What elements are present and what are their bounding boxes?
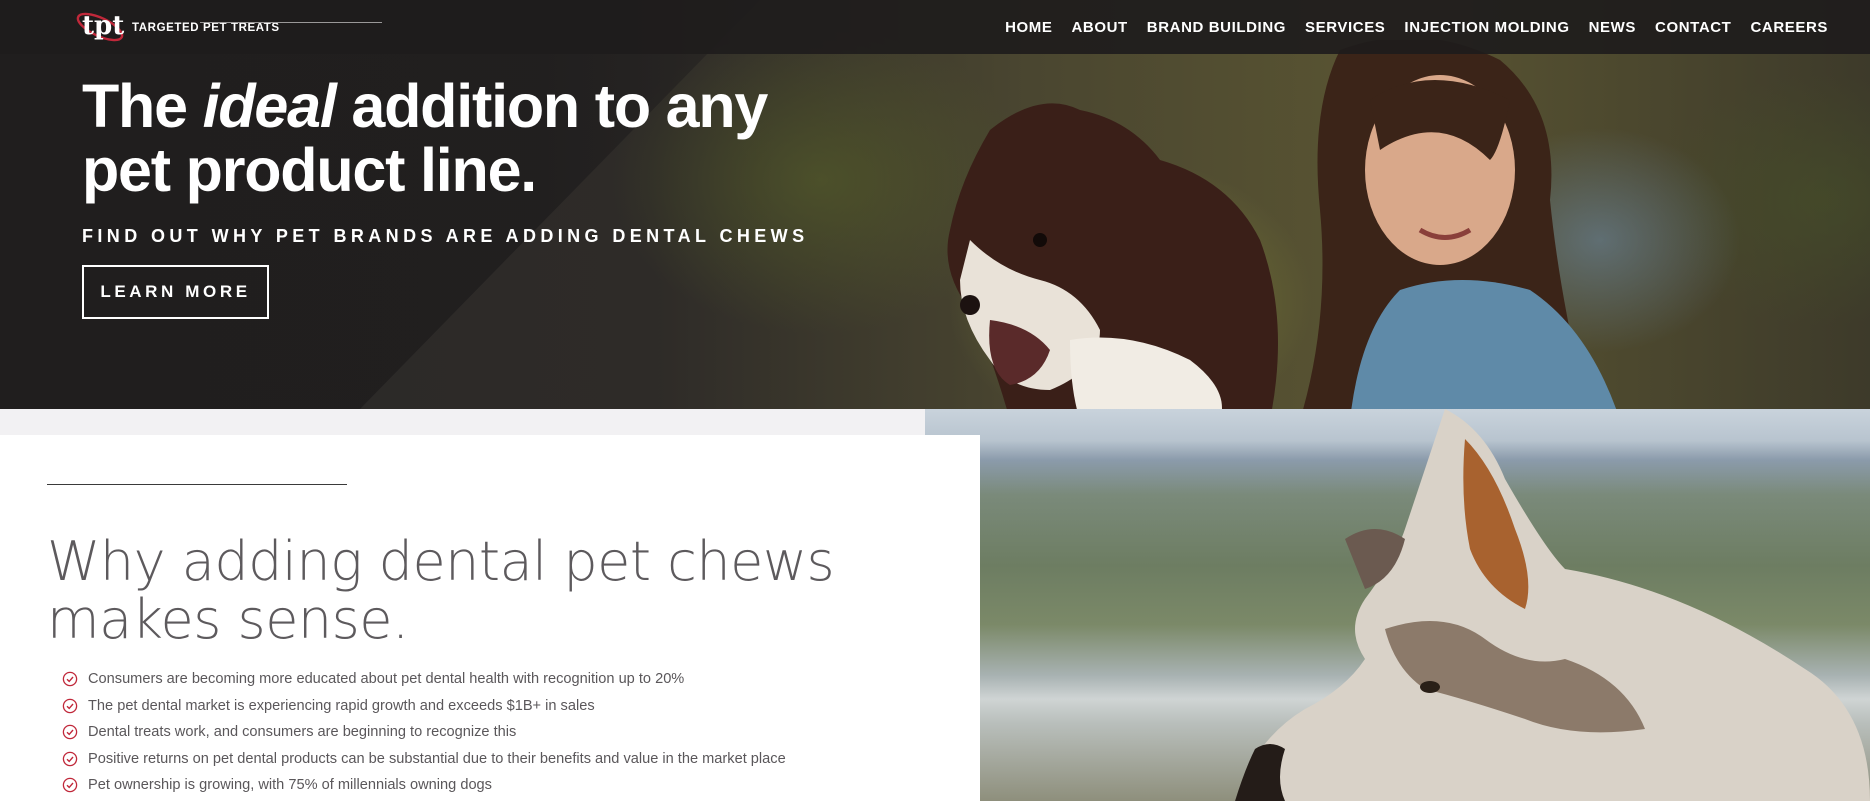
- circle-check-icon: [62, 725, 78, 740]
- husky-dog-shape: [1235, 409, 1870, 801]
- benefit-text: Positive returns on pet dental products …: [88, 750, 786, 767]
- husky-image: [925, 409, 1870, 801]
- tpt-logo-icon: tpt: [76, 11, 124, 42]
- list-item: Consumers are becoming more educated abo…: [62, 666, 786, 693]
- nav-services[interactable]: SERVICES: [1305, 19, 1385, 36]
- hero-title: The ideal addition to any pet product li…: [82, 74, 842, 202]
- benefit-text: The pet dental market is experiencing ra…: [88, 697, 595, 714]
- hero-subtitle: FIND OUT WHY PET BRANDS ARE ADDING DENTA…: [82, 226, 809, 246]
- circle-check-icon: [62, 672, 78, 687]
- brand-logo[interactable]: tpt TARGETED PET TREATS: [72, 4, 280, 50]
- list-item: Dental treats work, and consumers are be…: [62, 719, 786, 746]
- hero-woman-image: [1303, 40, 1617, 409]
- list-item: Positive returns on pet dental products …: [62, 746, 786, 773]
- nav-brand-building[interactable]: BRAND BUILDING: [1147, 19, 1286, 36]
- section-title: Why adding dental pet chews makes sense.: [47, 530, 835, 651]
- nav-home[interactable]: HOME: [1005, 19, 1052, 36]
- section-rule: [47, 484, 347, 485]
- benefit-text: Pet ownership is growing, with 75% of mi…: [88, 777, 492, 794]
- learn-more-button[interactable]: LEARN MORE: [82, 265, 269, 319]
- hero-overlay: [0, 0, 760, 409]
- list-item: The pet dental market is experiencing ra…: [62, 693, 786, 720]
- top-navbar: tpt TARGETED PET TREATS HOME ABOUT BRAND…: [0, 0, 1870, 54]
- nav-about[interactable]: ABOUT: [1071, 19, 1127, 36]
- nav-news[interactable]: NEWS: [1589, 19, 1636, 36]
- hero-title-part1: The: [82, 72, 203, 140]
- logo-divider: [200, 22, 382, 23]
- nav-contact[interactable]: CONTACT: [1655, 19, 1731, 36]
- circle-check-icon: [62, 751, 78, 766]
- benefits-list: Consumers are becoming more educated abo…: [62, 666, 786, 799]
- main-nav: HOME ABOUT BRAND BUILDING SERVICES INJEC…: [986, 0, 1828, 54]
- circle-check-icon: [62, 778, 78, 793]
- list-item: Pet ownership is growing, with 75% of mi…: [62, 772, 786, 799]
- benefit-text: Consumers are becoming more educated abo…: [88, 671, 685, 688]
- logo-text: TARGETED PET TREATS: [132, 22, 280, 34]
- benefit-text: Dental treats work, and consumers are be…: [88, 724, 517, 741]
- hero-title-italic: ideal: [202, 72, 337, 140]
- hero-banner: [0, 0, 1870, 409]
- svg-text:tpt: tpt: [82, 11, 124, 41]
- nav-injection-molding[interactable]: INJECTION MOLDING: [1404, 19, 1569, 36]
- circle-check-icon: [62, 698, 78, 713]
- section-divider-band: [0, 409, 925, 435]
- nav-careers[interactable]: CAREERS: [1750, 19, 1828, 36]
